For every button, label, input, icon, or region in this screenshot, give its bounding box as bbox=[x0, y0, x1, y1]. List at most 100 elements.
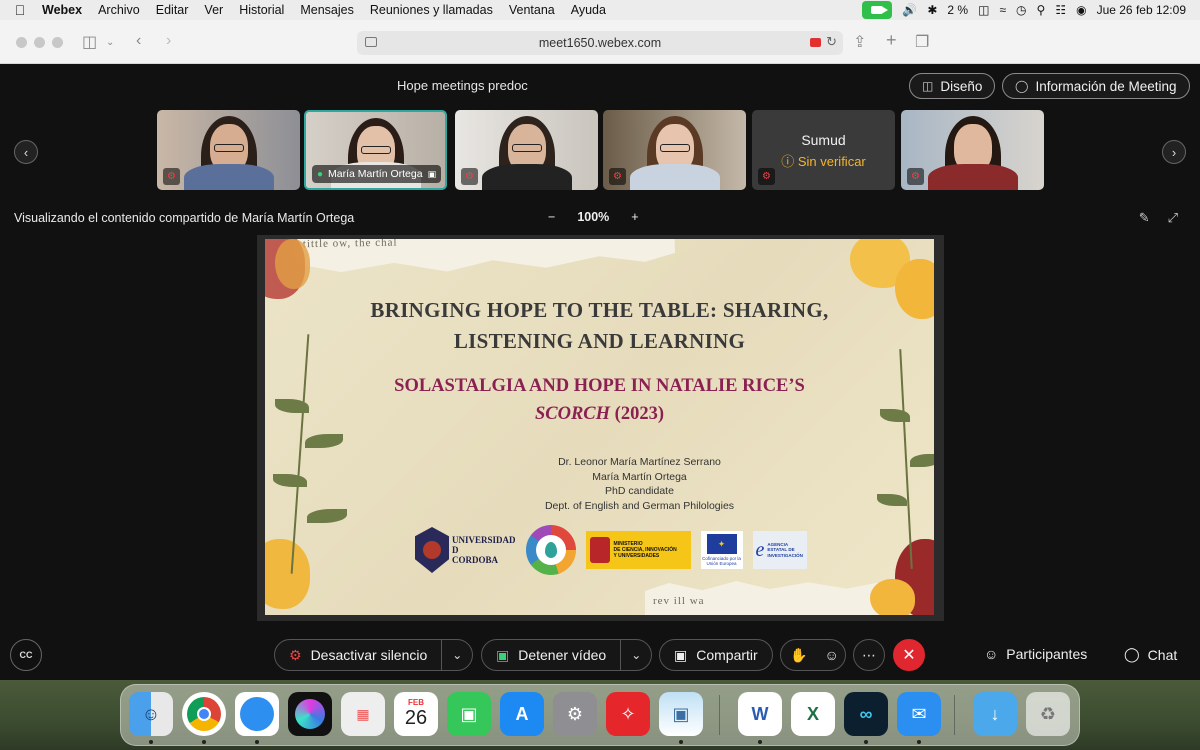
more-options-button[interactable]: ⋯ bbox=[853, 639, 885, 671]
expand-icon[interactable]: ⤢ bbox=[1168, 210, 1178, 226]
author-line: Dr. Leonor María Martínez Serrano bbox=[558, 456, 721, 468]
menu-clock[interactable]: Jue 26 feb 12:09 bbox=[1097, 3, 1186, 17]
forward-arrow-icon[interactable]: › bbox=[166, 32, 171, 50]
shared-content-view[interactable]: tittle ow, the chal rev ill wa BRINGING … bbox=[257, 235, 944, 621]
participants-button[interactable]: ☺ Participantes bbox=[984, 646, 1087, 662]
word-icon[interactable]: W bbox=[738, 692, 782, 736]
reactions-button[interactable]: ☺ bbox=[816, 640, 846, 670]
slide-title-line: LISTENING AND LEARNING bbox=[453, 329, 746, 353]
chevron-left-icon: ‹ bbox=[23, 144, 29, 160]
facetime-icon[interactable]: ▣ bbox=[447, 692, 491, 736]
webex-icon[interactable]: ∞ bbox=[844, 692, 888, 736]
page-settings-icon[interactable] bbox=[365, 37, 377, 47]
unmute-button-label: Desactivar silencio bbox=[310, 647, 428, 663]
back-arrow-icon[interactable]: ‹ bbox=[136, 32, 141, 50]
new-tab-icon[interactable]: + bbox=[886, 30, 897, 51]
menu-ventana[interactable]: Ventana bbox=[501, 3, 563, 17]
previous-participants-button[interactable]: ‹ bbox=[14, 140, 38, 164]
layout-button[interactable]: ◫ Diseño bbox=[909, 73, 996, 99]
chevron-down-icon[interactable]: ⌄ bbox=[106, 37, 114, 48]
zoom-window-button[interactable] bbox=[52, 37, 63, 48]
apple-menu-icon[interactable]:  bbox=[0, 2, 40, 18]
zoom-in-button[interactable]: + bbox=[631, 210, 638, 224]
siri-icon[interactable]: ◉ bbox=[1076, 3, 1086, 17]
university-shield-icon bbox=[415, 527, 449, 573]
participant-tile-active-speaker[interactable]: ● María Martín Ortega ▣ bbox=[304, 110, 447, 190]
mute-control: ⚙ Desactivar silencio ⌄ bbox=[274, 639, 474, 671]
trash-icon[interactable]: ♻ bbox=[1026, 692, 1070, 736]
unmute-button[interactable]: ⚙ Desactivar silencio bbox=[275, 640, 441, 670]
next-participants-button[interactable]: › bbox=[1162, 140, 1186, 164]
reload-icon[interactable]: ↻ bbox=[826, 34, 837, 50]
bluetooth-icon[interactable]: ✱ bbox=[927, 3, 937, 17]
eu-flag-icon: ✦ bbox=[706, 534, 737, 554]
institution-logos: UNIVERSIDAD D CORDOBA MINISTERIO DE CIEN… bbox=[415, 525, 807, 575]
spotlight-search-icon[interactable]: ⚲ bbox=[1037, 3, 1046, 17]
launchpad-icon[interactable]: ▦ bbox=[341, 692, 385, 736]
leaf-decoration bbox=[305, 434, 343, 448]
audio-options-chevron-down-icon[interactable]: ⌄ bbox=[442, 648, 472, 662]
annotate-icon[interactable]: ✎ bbox=[1139, 210, 1150, 226]
acrobat-icon[interactable]: ✧ bbox=[606, 692, 650, 736]
tab-overview-icon[interactable]: ❐ bbox=[915, 32, 929, 52]
excel-icon[interactable]: X bbox=[791, 692, 835, 736]
chat-bubble-icon: ◯ bbox=[1124, 646, 1140, 662]
address-bar[interactable]: meet1650.webex.com ↻ bbox=[357, 31, 843, 55]
leave-meeting-button[interactable]: ✕ bbox=[893, 639, 925, 671]
share-page-icon[interactable]: ⇪ bbox=[853, 32, 866, 52]
meeting-info-label: Información de Meeting bbox=[1035, 78, 1177, 94]
window-controls[interactable] bbox=[16, 37, 63, 48]
battery-icon[interactable]: ◫ bbox=[978, 3, 989, 17]
chrome-icon[interactable] bbox=[182, 692, 226, 736]
menu-historial[interactable]: Historial bbox=[231, 3, 292, 17]
zoom-out-button[interactable]: − bbox=[548, 210, 555, 224]
time-machine-icon[interactable]: ◷ bbox=[1016, 3, 1026, 17]
battery-percent[interactable]: 2 % bbox=[947, 3, 968, 17]
muted-mic-icon: ⚙ bbox=[609, 168, 626, 185]
slide-subtitle: SOLASTALGIA AND HOPE IN NATALIE RICE’S S… bbox=[265, 372, 934, 428]
webex-meeting-window: Hope meetings predoc ◫ Diseño ◯ Informac… bbox=[0, 64, 1200, 680]
sidebar-toggle-icon[interactable]: ◫ bbox=[82, 32, 97, 52]
video-options-chevron-down-icon[interactable]: ⌄ bbox=[621, 648, 651, 662]
calendar-icon[interactable]: FEB 26 bbox=[394, 692, 438, 736]
menu-mensajes[interactable]: Mensajes bbox=[292, 3, 362, 17]
menu-archivo[interactable]: Archivo bbox=[90, 3, 148, 17]
menu-ver[interactable]: Ver bbox=[196, 3, 231, 17]
downloads-folder-icon[interactable]: ↓ bbox=[973, 692, 1017, 736]
safari-icon[interactable] bbox=[235, 692, 279, 736]
leaf-decoration bbox=[273, 474, 307, 487]
stop-video-button-label: Detener vídeo bbox=[518, 647, 607, 663]
finder-icon[interactable]: ☺ bbox=[129, 692, 173, 736]
preview-icon[interactable]: ▣ bbox=[659, 692, 703, 736]
wifi-icon[interactable]: ≈ bbox=[999, 3, 1006, 17]
menu-reuniones[interactable]: Reuniones y llamadas bbox=[362, 3, 501, 17]
meeting-info-button[interactable]: ◯ Información de Meeting bbox=[1002, 73, 1190, 99]
menu-ayuda[interactable]: Ayuda bbox=[563, 3, 614, 17]
menu-app-webex[interactable]: Webex bbox=[40, 3, 90, 17]
participant-tile[interactable]: ⚙ bbox=[901, 110, 1044, 190]
participant-body bbox=[183, 164, 274, 190]
closed-captions-button[interactable]: CC bbox=[10, 639, 42, 671]
raise-hand-button[interactable]: ✋ bbox=[781, 640, 816, 670]
share-button[interactable]: ▣ Compartir bbox=[659, 639, 773, 671]
participant-tile[interactable]: ⚙ bbox=[455, 110, 598, 190]
participant-tile-no-video[interactable]: Sumud ⓘ Sin verificar ⚙ bbox=[752, 110, 895, 190]
camera-recording-icon[interactable] bbox=[810, 38, 821, 47]
volume-icon[interactable]: 🔊 bbox=[902, 3, 917, 17]
stop-video-button[interactable]: ▣ Detener vídeo bbox=[482, 640, 620, 670]
mail-icon[interactable]: ✉ bbox=[897, 692, 941, 736]
app-store-icon[interactable]: A bbox=[500, 692, 544, 736]
camera-active-icon[interactable] bbox=[862, 1, 893, 19]
calendar-day: 26 bbox=[404, 707, 428, 729]
control-center-icon[interactable]: ☷ bbox=[1055, 3, 1066, 17]
chat-button[interactable]: ◯ Chat bbox=[1124, 646, 1177, 663]
menu-editar[interactable]: Editar bbox=[148, 3, 197, 17]
share-screen-icon: ▣ bbox=[674, 646, 688, 663]
system-settings-icon[interactable]: ⚙ bbox=[553, 692, 597, 736]
participant-tile[interactable]: ⚙ bbox=[603, 110, 746, 190]
participant-tile[interactable]: ⚙ bbox=[157, 110, 300, 190]
siri-app-icon[interactable] bbox=[288, 692, 332, 736]
close-window-button[interactable] bbox=[16, 37, 27, 48]
minimize-window-button[interactable] bbox=[34, 37, 45, 48]
browser-toolbar: ◫ ⌄ ‹ › meet1650.webex.com ↻ ⇪ + ❐ bbox=[0, 20, 1200, 64]
